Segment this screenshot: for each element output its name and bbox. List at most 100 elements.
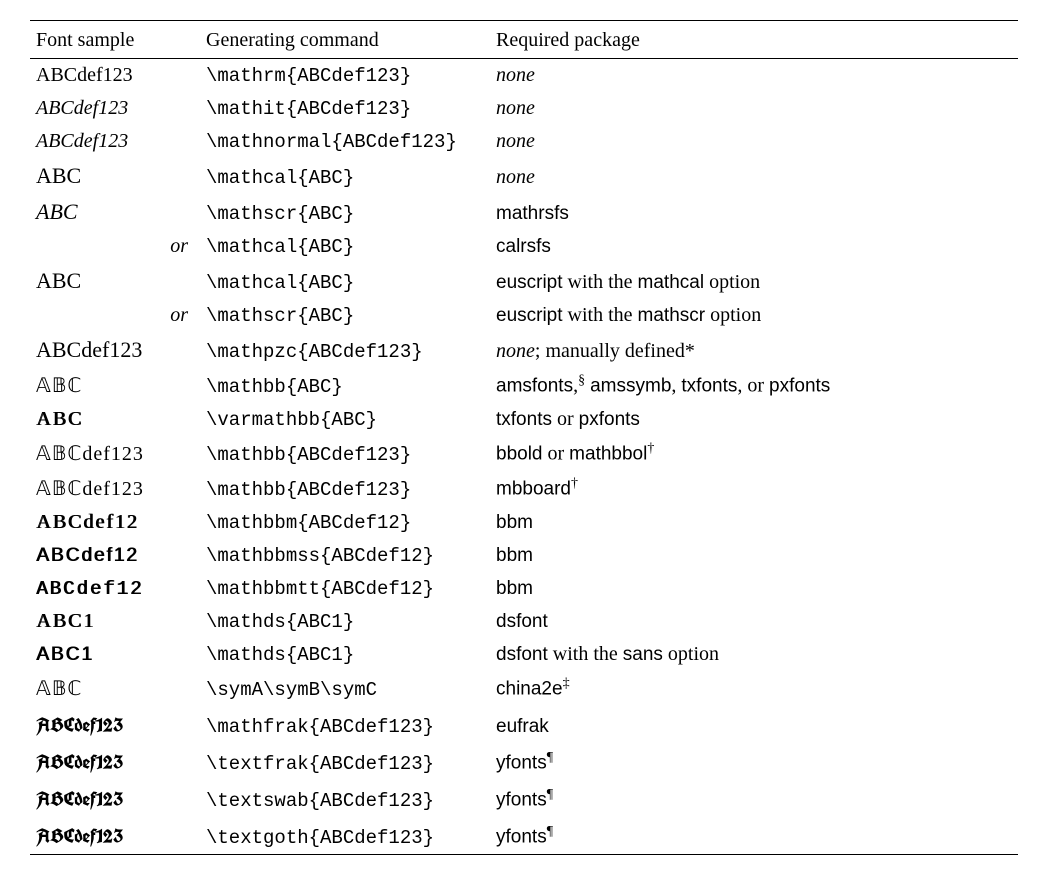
cell-package: yfonts¶ bbox=[490, 817, 1018, 855]
command-text: \mathnormal{ABCdef123} bbox=[206, 131, 457, 153]
cell-package: bbold or mathbbol† bbox=[490, 436, 1018, 471]
cell-command: \mathbb{ABC} bbox=[200, 368, 490, 403]
cell-package: none; manually defined* bbox=[490, 332, 1018, 368]
table-row: ABCdef123\mathpzc{ABCdef123}none; manual… bbox=[30, 332, 1018, 368]
package-text: none bbox=[496, 97, 535, 119]
header-command: Generating command bbox=[200, 21, 490, 59]
package-text: mathcal bbox=[638, 272, 705, 293]
package-text: yfonts bbox=[496, 827, 547, 848]
package-text: option bbox=[704, 271, 760, 293]
font-sample-text: 𝔸𝔹ℂdef123 bbox=[36, 478, 144, 500]
package-text: or bbox=[552, 408, 579, 430]
font-sample-text: ABC bbox=[36, 163, 81, 188]
font-sample-text: ABC bbox=[36, 268, 81, 293]
command-text: \mathds{ABC1} bbox=[206, 611, 354, 633]
command-text: \mathcal{ABC} bbox=[206, 167, 354, 189]
cell-sample: ABCdef123 bbox=[30, 59, 200, 93]
command-text: \mathcal{ABC} bbox=[206, 272, 354, 294]
table-row: ABCdef123\mathrm{ABCdef123}none bbox=[30, 59, 1018, 93]
cell-command: \symA\symB\symC bbox=[200, 671, 490, 706]
cell-sample: ABCdef123 bbox=[30, 125, 200, 158]
math-alphabet-table: Font sample Generating command Required … bbox=[30, 20, 1018, 855]
package-text: with the bbox=[563, 271, 638, 293]
cell-command: \mathit{ABCdef123} bbox=[200, 92, 490, 125]
cell-command: \mathbb{ABCdef123} bbox=[200, 471, 490, 506]
table-row: ABC1 \mathds{ABC1} dsfont bbox=[30, 605, 1018, 638]
cell-package: none bbox=[490, 59, 1018, 93]
cell-command: \mathcal{ABC} bbox=[200, 158, 490, 194]
cell-command: \textgoth{ABCdef123} bbox=[200, 817, 490, 855]
cell-command: \mathbbmtt{ABCdef12} bbox=[200, 572, 490, 605]
command-text: \varmathbb{ABC} bbox=[206, 409, 377, 431]
package-text: bbm bbox=[496, 545, 533, 566]
cell-package: amsfonts,§ amssymb, txfonts, or pxfonts bbox=[490, 368, 1018, 403]
cell-command: \mathds{ABC1} bbox=[200, 638, 490, 671]
cell-command: \mathnormal{ABCdef123} bbox=[200, 125, 490, 158]
cell-command: \mathfrak{ABCdef123} bbox=[200, 706, 490, 743]
command-text: \mathbb{ABCdef123} bbox=[206, 444, 411, 466]
font-sample-text: ABCdef12 bbox=[36, 578, 143, 600]
command-text: \mathds{ABC1} bbox=[206, 644, 354, 666]
cell-package: yfonts¶ bbox=[490, 780, 1018, 817]
cell-sample: ABC bbox=[30, 263, 200, 299]
table-row: ABCdef123 \textgoth{ABCdef123} yfonts¶ bbox=[30, 817, 1018, 855]
cell-package: euscript with the mathcal option bbox=[490, 263, 1018, 299]
table-row: ABCdef123 \textswab{ABCdef123} yfonts¶ bbox=[30, 780, 1018, 817]
cell-sample: or bbox=[30, 299, 200, 332]
package-text: none bbox=[496, 64, 535, 86]
package-text: amssymb bbox=[590, 376, 671, 397]
cell-package: mbboard† bbox=[490, 471, 1018, 506]
font-sample-text: ABC1 bbox=[36, 610, 95, 632]
package-text: option bbox=[663, 643, 719, 665]
package-text: with the bbox=[548, 643, 623, 665]
package-text: sans bbox=[623, 644, 663, 665]
cell-sample: ABCdef123 bbox=[30, 706, 200, 743]
cell-package: bbm bbox=[490, 572, 1018, 605]
package-text: euscript bbox=[496, 305, 563, 326]
font-sample-text: ABCdef123 bbox=[36, 785, 123, 812]
cell-package: dsfont with the sans option bbox=[490, 638, 1018, 671]
font-sample-text: ABCdef123 bbox=[36, 64, 133, 86]
cell-package: bbm bbox=[490, 506, 1018, 539]
cell-command: \varmathbb{ABC} bbox=[200, 403, 490, 436]
table-row: ABC1 \mathds{ABC1} dsfont with the sans op… bbox=[30, 638, 1018, 671]
command-text: \textfrak{ABCdef123} bbox=[206, 753, 434, 775]
command-text: \mathscr{ABC} bbox=[206, 305, 354, 327]
package-text: ¶ bbox=[547, 750, 553, 765]
font-sample-text: 𝔸𝔹ℂ bbox=[36, 375, 82, 397]
cell-package: dsfont bbox=[490, 605, 1018, 638]
font-sample-text: ABC1 bbox=[36, 644, 94, 665]
cell-command: \mathscr{ABC} bbox=[200, 299, 490, 332]
cell-package: mathrsfs bbox=[490, 194, 1018, 230]
cell-sample: or bbox=[30, 230, 200, 263]
command-text: \mathbbmss{ABCdef12} bbox=[206, 545, 434, 567]
table-row: ABC \mathcal{ABC} euscript with the mathca… bbox=[30, 263, 1018, 299]
font-sample-text: or bbox=[36, 304, 194, 327]
package-text: none bbox=[496, 130, 535, 152]
package-text: ¶ bbox=[547, 824, 553, 839]
table-header-row: Font sample Generating command Required … bbox=[30, 21, 1018, 59]
font-sample-text: ABC bbox=[36, 199, 78, 224]
package-text: txfonts bbox=[496, 409, 552, 430]
cell-command: \mathbbm{ABCdef12} bbox=[200, 506, 490, 539]
cell-command: \mathds{ABC1} bbox=[200, 605, 490, 638]
cell-package: none bbox=[490, 92, 1018, 125]
package-text: mathrsfs bbox=[496, 203, 569, 224]
table-body: ABCdef123\mathrm{ABCdef123}noneABCdef123… bbox=[30, 59, 1018, 855]
package-text: ¶ bbox=[547, 787, 553, 802]
table-row: ABC\mathscr{ABC}mathrsfs bbox=[30, 194, 1018, 230]
font-sample-text: ABCdef12 bbox=[36, 545, 139, 566]
table-row: ABCdef123\mathfrak{ABCdef123}eufrak bbox=[30, 706, 1018, 743]
package-text: calrsfs bbox=[496, 236, 551, 257]
cell-sample: ABCdef123 bbox=[30, 817, 200, 855]
header-sample: Font sample bbox=[30, 21, 200, 59]
cell-package: calrsfs bbox=[490, 230, 1018, 263]
command-text: \textgoth{ABCdef123} bbox=[206, 827, 434, 849]
cell-sample: ABCdef12 bbox=[30, 572, 200, 605]
package-text: amsfonts bbox=[496, 376, 573, 397]
cell-package: china2e‡ bbox=[490, 671, 1018, 706]
cell-package: eufrak bbox=[490, 706, 1018, 743]
package-text: bbold bbox=[496, 444, 543, 465]
cell-sample: ABC1 bbox=[30, 638, 200, 671]
command-text: \textswab{ABCdef123} bbox=[206, 790, 434, 812]
